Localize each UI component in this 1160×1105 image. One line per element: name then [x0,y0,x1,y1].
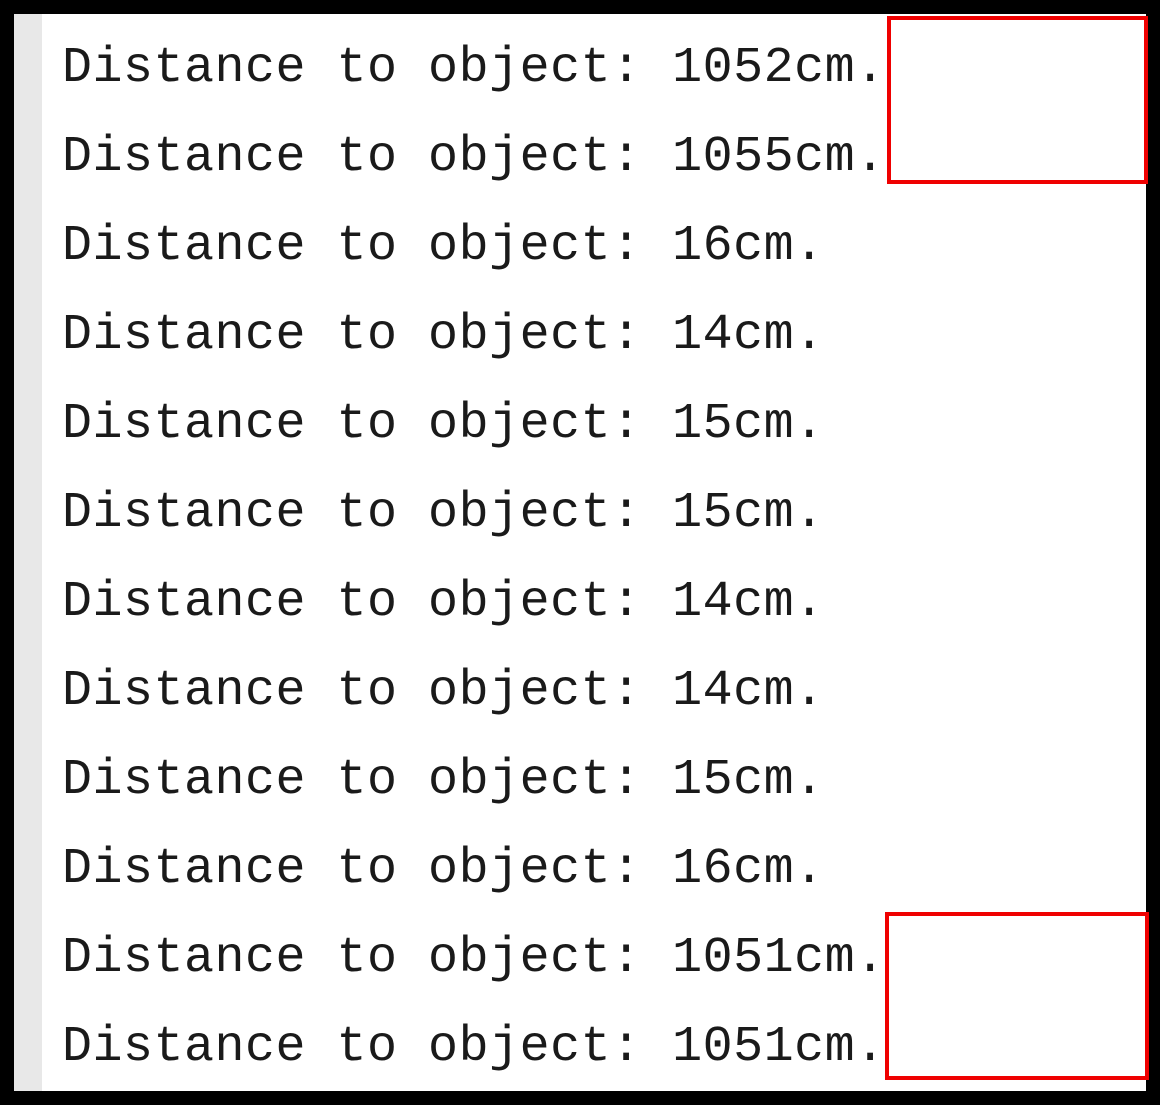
output-line: Distance to object: 15cm. [62,736,1130,825]
output-line: Distance to object: 1051cm. [62,914,1130,1003]
distance-label: Distance to object: 1055cm. [62,129,886,186]
output-line: Distance to object: 14cm. [62,291,1130,380]
distance-label: Distance to object: 16cm. [62,841,825,898]
distance-label: Distance to object: 1051cm. [62,930,886,987]
distance-label: Distance to object: 14cm. [62,574,825,631]
distance-label: Distance to object: 14cm. [62,307,825,364]
output-line: Distance to object: 14cm. [62,558,1130,647]
distance-label: Distance to object: 15cm. [62,396,825,453]
output-line: Distance to object: 14cm. [62,647,1130,736]
output-line: Distance to object: 15cm. [62,380,1130,469]
output-line: Distance to object: 16cm. [62,825,1130,914]
distance-label: Distance to object: 15cm. [62,485,825,542]
distance-label: Distance to object: 1052cm. [62,40,886,97]
output-line: Distance to object: 1051cm. [62,1003,1130,1092]
output-line: Distance to object: 1055cm. [62,113,1130,202]
output-line: Distance to object: 1052cm. [62,24,1130,113]
output-line: Distance to object: 15cm. [62,469,1130,558]
distance-label: Distance to object: 16cm. [62,218,825,275]
output-line: Distance to object: 16cm. [62,202,1130,291]
distance-label: Distance to object: 14cm. [62,663,825,720]
serial-output: Distance to object: 1052cm. Distance to … [42,14,1146,1102]
distance-label: Distance to object: 15cm. [62,752,825,809]
distance-label: Distance to object: 1051cm. [62,1019,886,1076]
line-number-gutter [14,14,42,1091]
